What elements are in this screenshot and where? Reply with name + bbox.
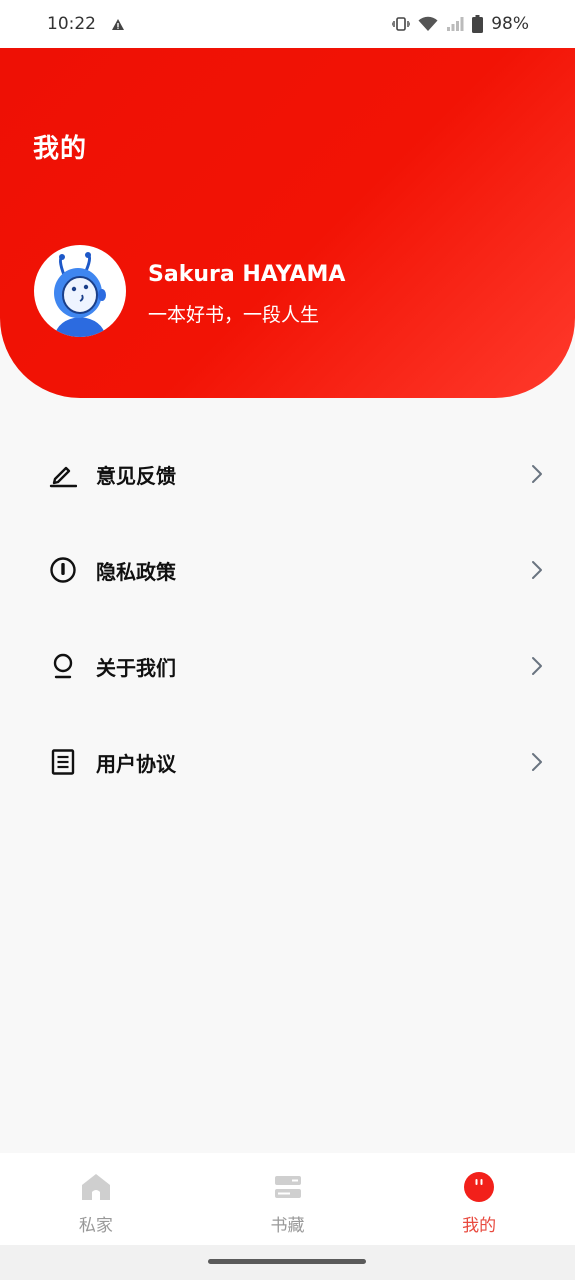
chevron-right-icon [532,465,542,483]
info-circle-icon [48,555,78,585]
document-icon [48,747,78,777]
status-bar: 10:22 98% [0,0,575,48]
menu-item-feedback[interactable]: 意见反馈 [0,426,575,522]
library-icon [274,1176,301,1198]
robot-avatar-icon [54,252,106,337]
menu-item-label: 用户协议 [96,751,176,776]
menu-item-label: 意见反馈 [96,463,176,488]
chevron-right-icon [532,561,542,579]
screen: 10:22 98% 我的 Sakura HAYAMA 一本好书，一段人生 意见反… [0,0,575,1280]
battery-icon [472,15,484,33]
avatar[interactable] [34,245,126,337]
profile-header: 我的 Sakura HAYAMA 一本好书，一段人生 [0,48,575,398]
nav-item-home[interactable]: 私家 [0,1153,192,1245]
nav-item-library[interactable]: 书藏 [192,1153,384,1245]
profile-icon [464,1172,495,1202]
bottom-nav: 私家 书藏 我的 [0,1153,575,1245]
nav-label: 私家 [78,1216,113,1236]
menu-item-agreement[interactable]: 用户协议 [0,714,575,810]
settings-menu: 意见反馈 隐私政策 关于我们 用户协议 [0,426,575,810]
nav-item-profile[interactable]: 我的 [383,1153,575,1245]
nav-label: 我的 [462,1216,497,1236]
user-icon [48,651,78,681]
vibrate-icon [392,17,411,31]
battery-percent: 98% [491,14,529,34]
alert-icon [112,18,124,30]
menu-item-about[interactable]: 关于我们 [0,618,575,714]
home-icon [81,1174,110,1200]
user-motto: 一本好书，一段人生 [148,304,320,326]
menu-item-label: 关于我们 [96,655,176,680]
menu-item-privacy[interactable]: 隐私政策 [0,522,575,618]
chevron-right-icon [532,753,542,771]
chevron-right-icon [532,657,542,675]
menu-item-label: 隐私政策 [96,559,176,584]
user-name: Sakura HAYAMA [148,262,346,287]
page-title: 我的 [33,134,88,164]
system-gesture-bar [0,1245,575,1280]
nav-label: 书藏 [270,1216,305,1236]
pencil-icon [48,459,78,489]
status-time: 10:22 [47,14,96,34]
signal-icon [447,17,464,31]
home-indicator[interactable] [208,1259,366,1264]
wifi-icon [418,16,438,31]
